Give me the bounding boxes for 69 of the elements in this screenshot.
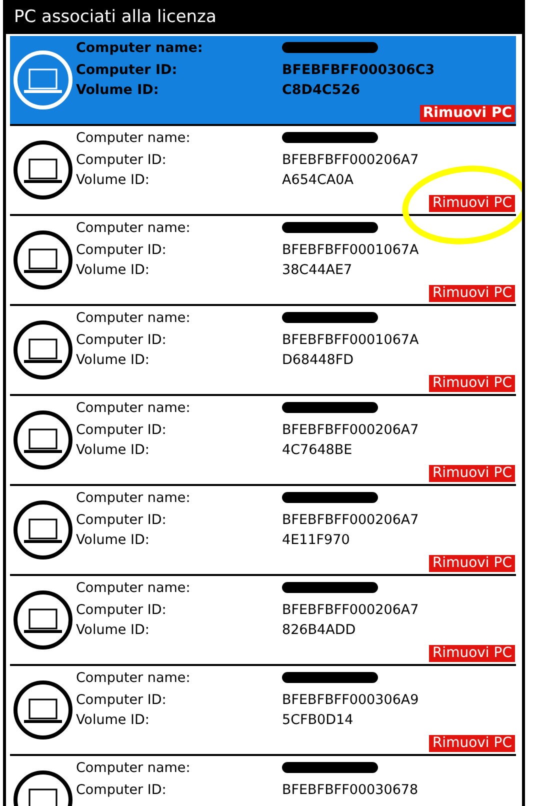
field-label: Computer name: <box>76 759 192 778</box>
field-label: Volume ID: <box>76 351 150 370</box>
volume-id-value: 5CFB0D14 <box>282 711 354 730</box>
computer-id-value: BFEBFBFF00030678 <box>282 780 420 800</box>
field-label: Computer ID: <box>76 150 168 170</box>
remove-pc-button[interactable]: Rimuovi PC <box>420 105 515 122</box>
pc-entry[interactable]: Computer name: Computer ID: BFEBFBFF000206A7 Volume ID: 826B4ADD Rimuovi PC <box>10 576 516 666</box>
field-label: Volume ID: <box>76 261 150 280</box>
field-label: Computer ID: <box>76 240 168 260</box>
field-label: Computer ID: <box>76 600 168 620</box>
volume-id-value: 826B4ADD <box>282 621 357 640</box>
field-label: Computer name: <box>76 579 192 598</box>
field-label: Computer name: <box>76 399 192 418</box>
pc-entry[interactable]: Computer name: Computer ID: BFEBFBFF00030678 <box>10 756 516 806</box>
window-title: PC associati alla licenza <box>3 0 525 34</box>
field-label: Computer ID: <box>76 690 168 710</box>
field-label: Computer ID: <box>76 780 168 800</box>
field-label: Volume ID: <box>76 711 150 730</box>
field-label: Computer name: <box>76 129 192 148</box>
volume-id-value: 38C44AE7 <box>282 261 354 280</box>
laptop-icon <box>13 500 73 560</box>
remove-pc-button[interactable]: Rimuovi PC <box>429 195 515 212</box>
laptop-icon <box>13 230 73 290</box>
laptop-icon <box>13 50 73 110</box>
computer-id-value: BFEBFBFF000206A7 <box>282 420 420 440</box>
laptop-icon <box>13 680 73 740</box>
pc-entry[interactable]: Computer name: Computer ID: BFEBFBFF0001067A Volume ID: 38C44AE7 Rimuovi PC <box>10 216 516 306</box>
remove-pc-button[interactable]: Rimuovi PC <box>429 465 515 482</box>
laptop-icon <box>13 140 73 200</box>
computer-id-value: BFEBFBFF0001067A <box>282 330 420 350</box>
field-label: Computer ID: <box>76 60 178 80</box>
laptop-icon <box>13 320 73 380</box>
field-label: Computer name: <box>76 309 192 328</box>
computer-id-value: BFEBFBFF000206A7 <box>282 510 420 530</box>
laptop-icon <box>13 410 73 470</box>
computer-id-value: BFEBFBFF000306A9 <box>282 690 420 710</box>
remove-pc-button[interactable]: Rimuovi PC <box>429 645 515 662</box>
field-label: Volume ID: <box>76 621 150 640</box>
field-label: Computer name: <box>76 39 204 58</box>
field-label: Computer name: <box>76 489 192 508</box>
volume-id-value: D68448FD <box>282 351 355 370</box>
volume-id-value: 4C7648BE <box>282 441 354 460</box>
laptop-icon <box>13 590 73 650</box>
computer-id-value: BFEBFBFF000206A7 <box>282 150 420 170</box>
volume-id-value: C8D4C526 <box>282 81 361 100</box>
volume-id-value: A654CA0A <box>282 171 354 190</box>
field-label: Computer ID: <box>76 330 168 350</box>
computer-id-value: BFEBFBFF0001067A <box>282 240 420 260</box>
pc-entry[interactable]: Computer name: Computer ID: BFEBFBFF000206A7 Volume ID: A654CA0A Rimuovi PC <box>10 126 516 216</box>
volume-id-value: 4E11F970 <box>282 531 351 550</box>
computer-id-value: BFEBFBFF000306C3 <box>282 60 436 80</box>
pc-entry[interactable]: Computer name: Computer ID: BFEBFBFF000206A7 Volume ID: 4E11F970 Rimuovi PC <box>10 486 516 576</box>
field-label: Volume ID: <box>76 531 150 550</box>
field-label: Computer ID: <box>76 420 168 440</box>
field-label: Volume ID: <box>76 441 150 460</box>
remove-pc-button[interactable]: Rimuovi PC <box>429 735 515 752</box>
remove-pc-button[interactable]: Rimuovi PC <box>429 375 515 392</box>
field-label: Computer name: <box>76 669 192 688</box>
pc-entry[interactable]: Computer name: Computer ID: BFEBFBFF000306A9 Volume ID: 5CFB0D14 Rimuovi PC <box>10 666 516 756</box>
field-label: Volume ID: <box>76 171 150 190</box>
remove-pc-button[interactable]: Rimuovi PC <box>429 285 515 302</box>
pc-entry[interactable]: Computer name: Computer ID: BFEBFBFF0001067A Volume ID: D68448FD Rimuovi PC <box>10 306 516 396</box>
pc-entry[interactable]: Computer name: Computer ID: BFEBFBFF000206A7 Volume ID: 4C7648BE Rimuovi PC <box>10 396 516 486</box>
field-label: Computer name: <box>76 219 192 238</box>
field-label: Computer ID: <box>76 510 168 530</box>
pc-entry[interactable]: Computer name: Computer ID: BFEBFBFF000306C3 Volume ID: C8D4C526 Rimuovi PC <box>10 36 516 126</box>
field-label: Volume ID: <box>76 81 160 100</box>
remove-pc-button[interactable]: Rimuovi PC <box>429 555 515 572</box>
computer-id-value: BFEBFBFF000206A7 <box>282 600 420 620</box>
